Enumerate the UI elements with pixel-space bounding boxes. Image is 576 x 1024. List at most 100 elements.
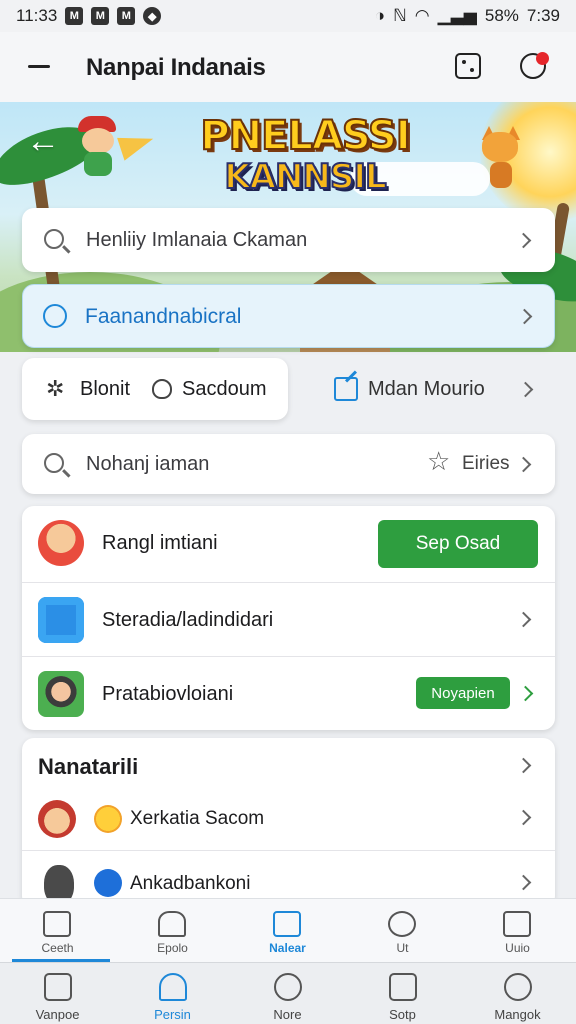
search-icon bbox=[44, 229, 64, 249]
mascot-character bbox=[76, 116, 120, 178]
paper-plane-decoration bbox=[117, 127, 157, 161]
mail-notification-icon: M bbox=[91, 7, 110, 25]
fox-character bbox=[478, 126, 524, 190]
bottom-navigation: Vanpoe Persin Nore Sotp Mangok bbox=[0, 962, 576, 1024]
secondary-search-text: Nohanj iaman bbox=[86, 453, 210, 475]
heart-book-icon bbox=[503, 911, 531, 937]
segment-option-2[interactable]: Sacdoum bbox=[182, 378, 267, 401]
battery-level: 58% bbox=[484, 6, 519, 25]
menu-icon[interactable] bbox=[28, 65, 50, 68]
segment-option-1[interactable]: Blonit bbox=[80, 378, 130, 401]
feature-row[interactable]: Faanandnabicral bbox=[22, 284, 555, 348]
tab-label: Nalear bbox=[269, 941, 306, 955]
list-item[interactable]: Rangl imtiani Sep Osad bbox=[22, 506, 555, 580]
tab-label: Ut bbox=[396, 941, 409, 955]
clock-icon bbox=[274, 973, 302, 1001]
chevron-right-icon[interactable] bbox=[515, 757, 532, 774]
avatar bbox=[38, 800, 76, 838]
signal-icon: ▁▃▅ bbox=[437, 6, 477, 25]
star-badge-icon bbox=[158, 911, 186, 937]
filter-label[interactable]: Eiries bbox=[462, 453, 510, 475]
settings-nodes-icon: ✲ bbox=[46, 376, 65, 401]
nav-label: Persin bbox=[154, 1007, 191, 1022]
primary-action-button[interactable]: Sep Osad bbox=[378, 520, 538, 568]
small-action-button[interactable]: Noyapien bbox=[416, 677, 510, 709]
nav-community[interactable]: Mangok bbox=[460, 963, 575, 1024]
tab-news[interactable]: Nalear bbox=[230, 899, 345, 963]
status-time: 11:33 bbox=[16, 6, 58, 25]
list-item[interactable]: Xerkatia Sacom bbox=[22, 788, 555, 854]
chevron-right-icon bbox=[515, 232, 532, 249]
chevron-right-icon bbox=[515, 456, 532, 473]
mail-notification-icon: M bbox=[117, 7, 136, 25]
chevron-right-icon bbox=[515, 611, 532, 628]
page-title: Nanpai Indanais bbox=[86, 54, 266, 81]
chevron-right-icon bbox=[515, 874, 532, 891]
chevron-right-icon bbox=[517, 685, 534, 702]
tab-favorites[interactable]: Uuio bbox=[460, 899, 575, 963]
app-header: Nanpai Indanais bbox=[0, 32, 576, 102]
folder-icon bbox=[273, 911, 301, 937]
logo-line-2: KANNSIL bbox=[223, 157, 387, 197]
tab-label: Uuio bbox=[505, 941, 530, 955]
search-bar[interactable]: Henliiy Imlanaia Ckaman bbox=[22, 208, 555, 272]
community-icon bbox=[504, 973, 532, 1001]
logo-line-1: PNELASSI bbox=[199, 113, 411, 159]
segment-control: ✲ Blonit Sacdoum bbox=[22, 358, 288, 420]
tab-label: Ceeth bbox=[41, 941, 74, 955]
home-icon bbox=[43, 911, 71, 937]
radio-circle-icon bbox=[43, 304, 67, 328]
verified-check-icon bbox=[94, 869, 122, 897]
nav-board[interactable]: Sotp bbox=[345, 963, 460, 1024]
chevron-right-icon[interactable] bbox=[517, 381, 534, 398]
feature-row-label: Faanandnabicral bbox=[85, 305, 242, 328]
notification-badge bbox=[536, 52, 549, 65]
list-item-label: Xerkatia Sacom bbox=[130, 808, 265, 829]
tab-bar: Ceeth Epolo Nalear Ut Uuio bbox=[0, 898, 576, 962]
secondary-search-bar[interactable]: Nohanj iaman ☆ Eiries bbox=[22, 434, 555, 494]
emoji-icon bbox=[94, 805, 122, 833]
tab-label: Epolo bbox=[157, 941, 188, 955]
nav-label: Vanpoe bbox=[35, 1007, 80, 1022]
app-icon bbox=[38, 671, 84, 717]
nav-label: Sotp bbox=[389, 1007, 416, 1022]
tab-blocked[interactable]: Ut bbox=[345, 899, 460, 963]
star-icon[interactable]: ☆ bbox=[427, 448, 450, 474]
nav-label: Nore bbox=[273, 1007, 302, 1022]
dice-icon[interactable] bbox=[455, 53, 481, 79]
avatar bbox=[38, 520, 84, 566]
wifi-icon: ◠ bbox=[414, 6, 430, 25]
tab-home[interactable]: Ceeth bbox=[0, 899, 115, 963]
mail-notification-icon: M bbox=[65, 7, 84, 25]
search-icon bbox=[44, 453, 64, 473]
blocked-icon bbox=[388, 911, 416, 937]
app-icon bbox=[38, 597, 84, 643]
list-item[interactable]: Steradia/ladindidari bbox=[22, 582, 555, 656]
board-icon bbox=[389, 973, 417, 1001]
list-item[interactable]: Pratabiovloiani Noyapien bbox=[22, 656, 555, 730]
edit-icon[interactable] bbox=[334, 377, 358, 401]
list-item-label: Pratabiovloiani bbox=[102, 683, 234, 705]
heart-icon bbox=[159, 973, 187, 1001]
nav-history[interactable]: Nore bbox=[230, 963, 345, 1024]
app-notification-icon: ◆ bbox=[143, 7, 162, 25]
mute-icon: ℕ bbox=[393, 6, 407, 25]
shield-icon bbox=[152, 379, 172, 399]
app-list: Rangl imtiani Sep Osad Steradia/ladindid… bbox=[22, 506, 555, 730]
nav-home[interactable]: Vanpoe bbox=[0, 963, 115, 1024]
nav-favorites[interactable]: Persin bbox=[115, 963, 230, 1024]
back-arrow-icon[interactable]: ← bbox=[26, 122, 60, 161]
status-bar: 11:33 M M M ◆ ◑ ℕ ◠ ▁▃▅ 58% 7:39 bbox=[0, 0, 576, 32]
section-title: Nanatarili bbox=[38, 754, 139, 779]
section-list: Nanatarili Xerkatia Sacom Ankadbankoni bbox=[22, 738, 555, 908]
edit-action-label[interactable]: Mdan Mourio bbox=[368, 378, 485, 401]
list-item-label: Rangl imtiani bbox=[102, 532, 218, 554]
list-item-label: Ankadbankoni bbox=[130, 873, 251, 894]
tab-explore[interactable]: Epolo bbox=[115, 899, 230, 963]
home-icon bbox=[44, 973, 72, 1001]
game-logo: PNELASSI KANNSIL bbox=[199, 113, 411, 197]
chevron-right-icon bbox=[515, 809, 532, 826]
nav-label: Mangok bbox=[494, 1007, 541, 1022]
status-clock: 7:39 bbox=[526, 6, 560, 25]
list-item-label: Steradia/ladindidari bbox=[102, 609, 274, 631]
